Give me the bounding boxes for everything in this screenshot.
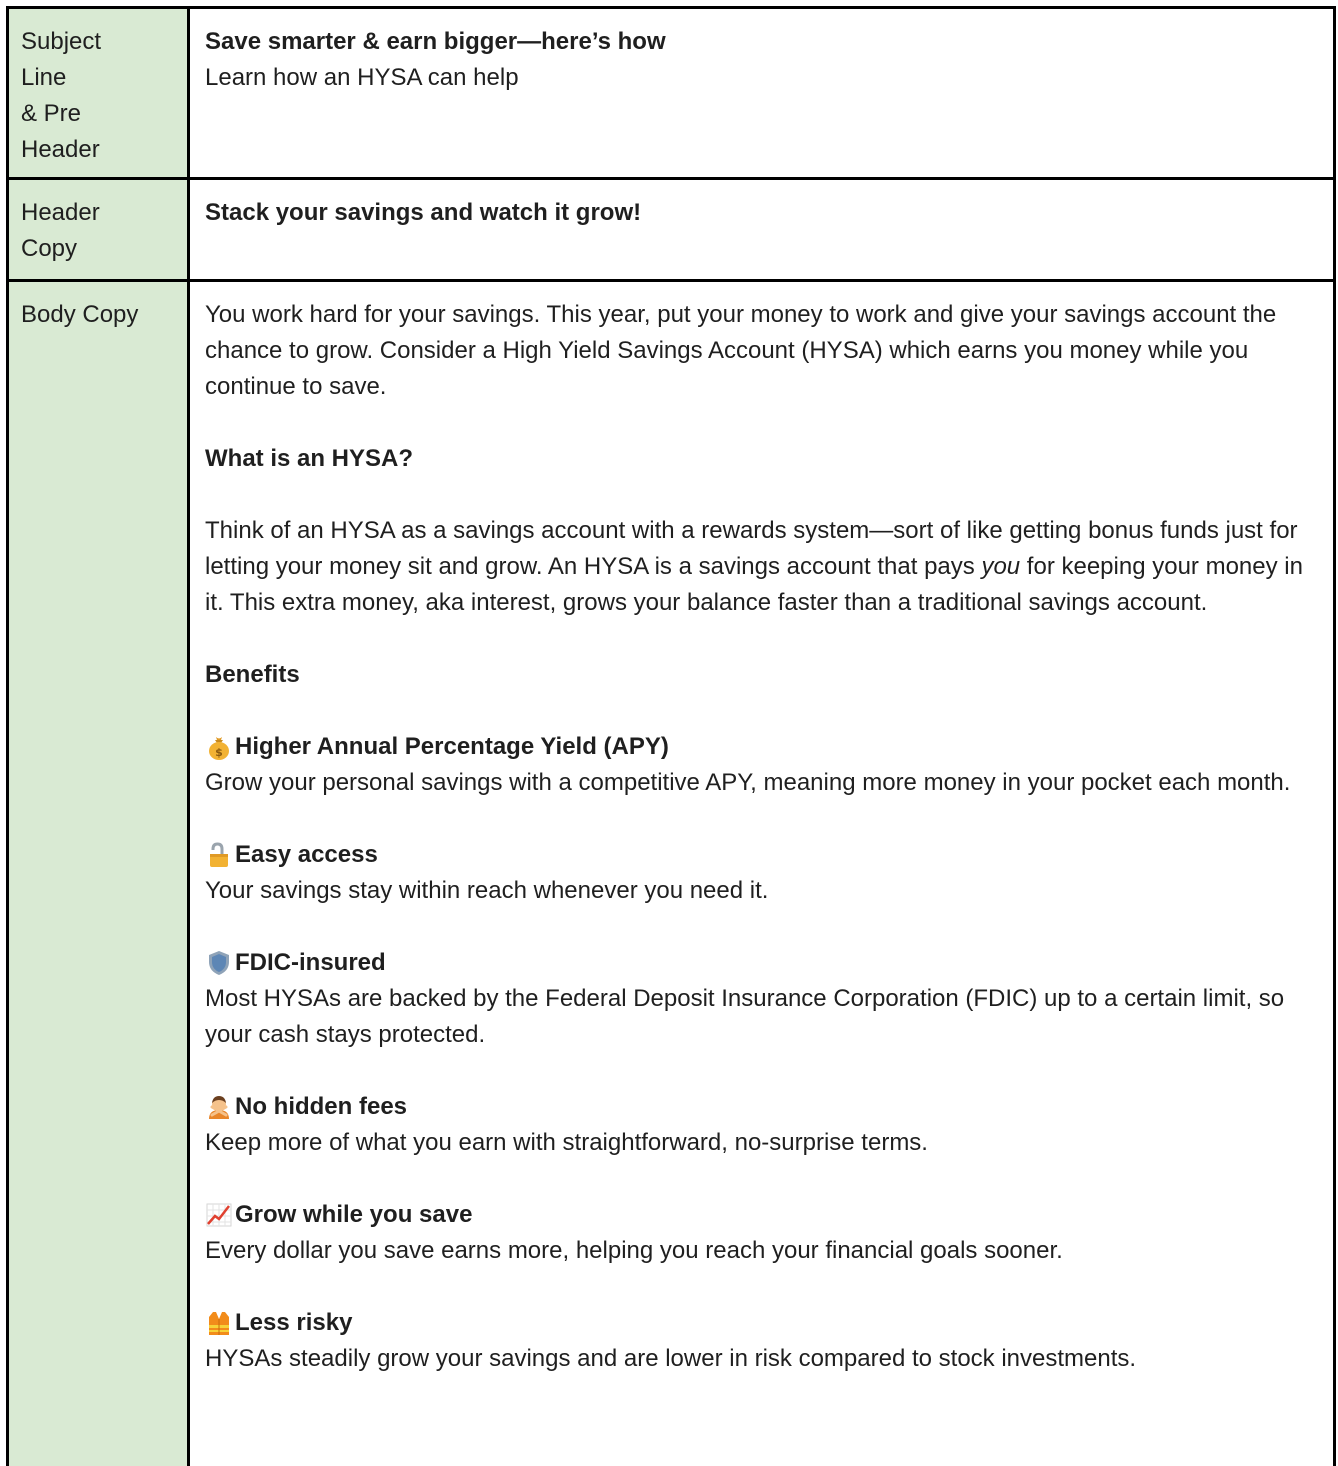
benefit-title-text: Less risky [235,1309,353,1336]
benefit-text: Keep more of what you earn with straight… [205,1129,928,1156]
shield-icon [205,949,233,977]
benefit-title: Grow while you save [205,1197,1319,1233]
benefit-title: $ Higher Annual Percentage Yield (APY) [205,729,1319,765]
svg-text:$: $ [215,746,223,759]
body-label: Body Copy [21,301,139,328]
header-label-line: Copy [21,235,78,262]
header-label: Header Copy [21,195,175,267]
person-gesturing-no-icon [205,1093,233,1121]
benefit-title-text: No hidden fees [235,1093,408,1120]
body-content-cell: You work hard for your savings. This yea… [193,282,1333,1466]
benefits-heading: Benefits [205,661,300,688]
what-heading: What is an HYSA? [205,445,414,472]
header-row: Header Copy Stack your savings and watch… [9,180,1333,282]
subject-label-line: Line [21,64,67,91]
what-text: Think of an HYSA as a savings account wi… [205,513,1319,621]
benefit-title: Less risky [205,1305,1319,1341]
benefit-item: FDIC-insured Most HYSAs are backed by th… [205,945,1319,1053]
subject-row: Subject Line & Pre Header Save smarter &… [9,9,1333,180]
header-label-line: Header [21,199,100,226]
body-label-cell: Body Copy [9,282,190,1466]
subject-label-line: Header [21,136,100,163]
benefit-title-text: Easy access [235,841,378,868]
header-content-cell: Stack your savings and watch it grow! [193,180,1333,279]
benefit-title-text: FDIC-insured [235,949,386,976]
chart-increasing-icon [205,1201,233,1229]
benefit-title: FDIC-insured [205,945,1319,981]
unlocked-icon [205,841,233,869]
header-label-cell: Header Copy [9,180,190,279]
safety-vest-icon [205,1309,233,1337]
subject-label-cell: Subject Line & Pre Header [9,9,190,177]
benefit-title-text: Higher Annual Percentage Yield (APY) [235,733,669,760]
benefit-text: HYSAs steadily grow your savings and are… [205,1345,1137,1372]
subject-label-line: Subject [21,28,102,55]
money-bag-icon: $ [205,733,233,761]
benefit-text: Most HYSAs are backed by the Federal Dep… [205,985,1285,1048]
subject-content-cell: Save smarter & earn bigger—here’s how Le… [193,9,1333,177]
what-text-emphasis: you [981,553,1021,580]
benefit-text: Your savings stay within reach whenever … [205,877,769,904]
benefit-text: Grow your personal savings with a compet… [205,769,1291,796]
copy-doc-table: Subject Line & Pre Header Save smarter &… [6,6,1336,1466]
subject-line: Save smarter & earn bigger—here’s how [205,28,666,55]
header-copy: Stack your savings and watch it grow! [205,199,642,226]
body-intro: You work hard for your savings. This yea… [205,301,1277,400]
benefit-title-text: Grow while you save [235,1201,473,1228]
benefit-item: Less risky HYSAs steadily grow your savi… [205,1305,1319,1377]
benefit-item: $ Higher Annual Percentage Yield (APY) G… [205,729,1319,801]
benefit-title: No hidden fees [205,1089,1319,1125]
benefit-item: No hidden fees Keep more of what you ear… [205,1089,1319,1161]
benefit-item: Grow while you save Every dollar you sav… [205,1197,1319,1269]
subject-label-line: & Pre [21,100,82,127]
body-row: Body Copy You work hard for your savings… [9,282,1333,1466]
benefit-title: Easy access [205,837,1319,873]
benefit-text: Every dollar you save earns more, helpin… [205,1237,1063,1264]
pre-header: Learn how an HYSA can help [205,64,519,91]
subject-label: Subject Line & Pre Header [21,24,175,168]
benefit-item: Easy access Your savings stay within rea… [205,837,1319,909]
